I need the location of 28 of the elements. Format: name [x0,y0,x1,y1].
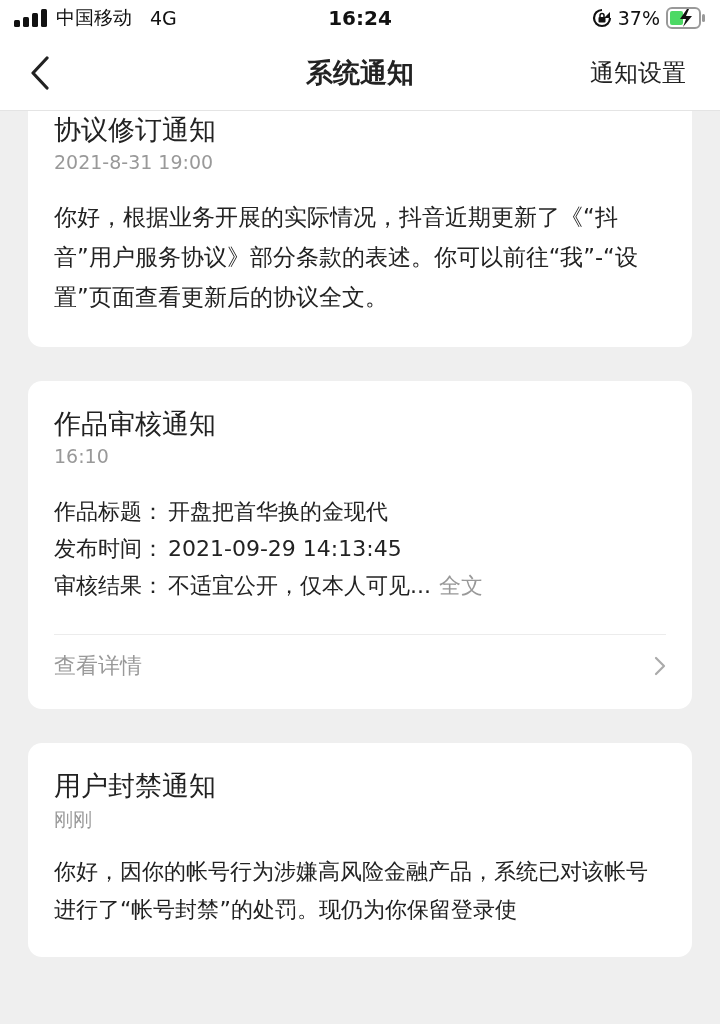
chevron-right-icon [654,656,666,676]
view-details-row[interactable]: 查看详情 [54,635,666,681]
page-title: 系统通知 [306,56,414,90]
carrier-name: 中国移动 [56,5,132,30]
field-label: 发布时间： [54,535,164,563]
battery-charging-icon [666,7,706,29]
clock-time: 16:24 [328,6,392,30]
full-text-link[interactable]: 全文 [439,567,483,604]
field-label: 作品标题： [54,498,164,526]
battery-percent: 37% [617,7,660,29]
notification-text: 你好，根据业务开展的实际情况，抖音近期更新了《“抖音”用户服务协议》部分条款的表述。你可以前往“我”-“设置”页面查看更新后的协议全文。 [54,203,639,312]
view-details-label: 查看详情 [54,652,142,680]
signal-icon [14,9,48,27]
notification-title: 用户封禁通知 [54,769,217,803]
notification-time: 2021-8-31 19:00 [54,151,215,173]
field-label: 审核结果： [54,572,164,600]
rotation-lock-icon [591,8,612,28]
notification-time: 刚刚 [54,807,93,832]
notification-title: 协议修订通知 [54,113,217,147]
network-type: 4G [150,7,177,29]
notification-time: 16:10 [54,445,110,467]
field-value: 开盘把首华换的金现代 [168,498,388,526]
notification-title: 作品审核通知 [54,407,217,441]
notification-settings-button[interactable]: 通知设置 [590,57,686,89]
field-value: 不适宜公开，仅本人可见... [168,572,431,600]
back-icon[interactable] [30,56,50,90]
field-value: 2021-09-29 14:13:45 [168,535,402,563]
notification-text: 你好，因你的帐号行为涉嫌高风险金融产品，系统已对该帐号进行了“帐号封禁”的处罚。现仍为你保留登录使 [54,858,649,924]
